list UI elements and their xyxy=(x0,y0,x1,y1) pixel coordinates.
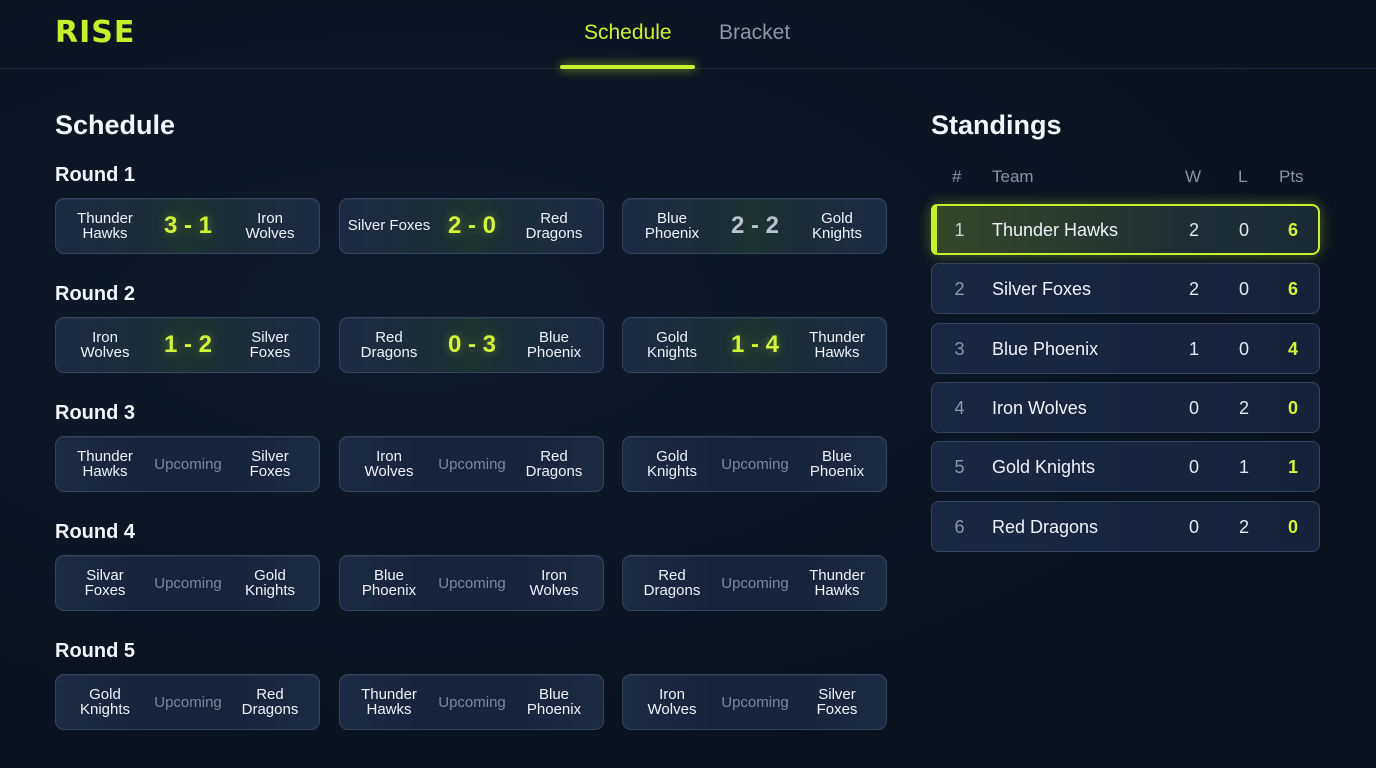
standings-rank: 5 xyxy=(954,456,965,477)
rise-logo[interactable]: RISE xyxy=(55,17,135,49)
tab-bracket[interactable]: Bracket xyxy=(719,20,790,46)
standings-rank: 3 xyxy=(954,338,965,359)
standings-rank: 2 xyxy=(954,278,965,299)
standings-row[interactable]: 4 Iron Wolves 0 2 0 xyxy=(931,382,1320,433)
standings-points: 6 xyxy=(1287,219,1298,240)
standings-wins: 0 xyxy=(1188,516,1199,537)
match-card[interactable]: Silver Foxes 2 - 0 Red Dragons xyxy=(339,198,604,254)
match-card[interactable]: Iron Wolves Upcoming Red Dragons xyxy=(339,436,604,492)
standings-points: 4 xyxy=(1287,338,1298,359)
standings-header-points: Pts xyxy=(1279,167,1304,186)
standings-wins: 0 xyxy=(1188,456,1199,477)
match-card[interactable]: Thunder Hawks Upcoming Silver Foxes xyxy=(55,436,320,492)
away-team: Iron Wolves xyxy=(245,209,295,242)
standings-row[interactable]: 1 Thunder Hawks 2 0 6 xyxy=(931,204,1320,255)
match-card[interactable]: Thunder Hawks Upcoming Blue Phoenix xyxy=(339,674,604,730)
standings-team: Gold Knights xyxy=(992,456,1096,477)
match-card[interactable]: Gold Knights 1 - 4 Thunder Hawks xyxy=(622,317,887,373)
away-team: Silver Foxes xyxy=(816,685,858,718)
standings-team: Silver Foxes xyxy=(992,278,1092,299)
standings-losses: 2 xyxy=(1238,516,1249,537)
schedule-title: Schedule xyxy=(55,110,176,140)
standings-title: Standings xyxy=(931,110,1062,140)
standings-header-team: Team xyxy=(992,167,1034,186)
standings-header-rank: # xyxy=(952,167,962,186)
standings-points: 1 xyxy=(1287,456,1298,477)
away-team: Red Dragons xyxy=(525,447,583,480)
match-card[interactable]: Blue Phoenix 2 - 2 Gold Knights xyxy=(622,198,887,254)
away-team: Red Dragons xyxy=(525,209,583,242)
away-team: Silver Foxes xyxy=(249,328,291,361)
standings-losses: 0 xyxy=(1238,278,1249,299)
standings-team: Thunder Hawks xyxy=(992,219,1119,240)
top-nav: RISE Schedule Bracket xyxy=(0,0,1376,69)
away-team: Gold Knights xyxy=(811,209,863,242)
match-card[interactable]: Gold Knights Upcoming Red Dragons xyxy=(55,674,320,730)
standings-points: 0 xyxy=(1287,516,1298,537)
standings-team: Blue Phoenix xyxy=(992,338,1099,359)
away-team: Blue Phoenix xyxy=(526,685,582,718)
standings-losses: 0 xyxy=(1238,338,1249,359)
match-card[interactable]: Silvar Foxes Upcoming Gold Knights xyxy=(55,555,320,611)
standings-losses: 1 xyxy=(1238,456,1249,477)
round-title: Round 5 xyxy=(55,640,135,662)
standings-rank: 1 xyxy=(954,219,965,240)
standings-wins: 1 xyxy=(1188,338,1199,359)
match-card[interactable]: Iron Wolves Upcoming Silver Foxes xyxy=(622,674,887,730)
active-tab-indicator xyxy=(560,65,695,69)
standings-losses: 0 xyxy=(1238,219,1249,240)
match-card[interactable]: Gold Knights Upcoming Blue Phoenix xyxy=(622,436,887,492)
round-title: Round 4 xyxy=(55,521,135,543)
standings-points: 0 xyxy=(1287,397,1298,418)
standings-points: 6 xyxy=(1287,278,1298,299)
round-title: Round 2 xyxy=(55,283,135,305)
away-team: Blue Phoenix xyxy=(526,328,582,361)
match-card[interactable]: Thunder Hawks 3 - 1 Iron Wolves xyxy=(55,198,320,254)
standings-header-losses: L xyxy=(1238,167,1248,186)
away-team: Thunder Hawks xyxy=(809,328,865,361)
match-card[interactable]: Blue Phoenix Upcoming Iron Wolves xyxy=(339,555,604,611)
away-team: Silver Foxes xyxy=(249,447,291,480)
tab-schedule[interactable]: Schedule xyxy=(584,20,672,46)
standings-row[interactable]: 2 Silver Foxes 2 0 6 xyxy=(931,263,1320,314)
match-card[interactable]: Red Dragons 0 - 3 Blue Phoenix xyxy=(339,317,604,373)
standings-team: Iron Wolves xyxy=(992,397,1087,418)
away-team: Blue Phoenix xyxy=(809,447,865,480)
standings-team: Red Dragons xyxy=(992,516,1099,537)
match-card[interactable]: Red Dragons Upcoming Thunder Hawks xyxy=(622,555,887,611)
away-team: Gold Knights xyxy=(244,566,296,599)
standings-losses: 2 xyxy=(1238,397,1249,418)
standings-row[interactable]: 6 Red Dragons 0 2 0 xyxy=(931,501,1320,552)
away-team: Iron Wolves xyxy=(529,566,579,599)
standings-rank: 6 xyxy=(954,516,965,537)
standings-wins: 2 xyxy=(1188,219,1199,240)
match-card[interactable]: Iron Wolves 1 - 2 Silver Foxes xyxy=(55,317,320,373)
standings-row[interactable]: 3 Blue Phoenix 1 0 4 xyxy=(931,323,1320,374)
away-team: Red Dragons xyxy=(241,685,299,718)
standings-header-wins: W xyxy=(1185,167,1202,186)
standings-row[interactable]: 5 Gold Knights 0 1 1 xyxy=(931,441,1320,492)
standings-rank: 4 xyxy=(954,397,965,418)
standings-wins: 0 xyxy=(1188,397,1199,418)
away-team: Thunder Hawks xyxy=(809,566,865,599)
round-title: Round 3 xyxy=(55,402,135,424)
standings-wins: 2 xyxy=(1188,278,1199,299)
round-title: Round 1 xyxy=(55,164,135,186)
